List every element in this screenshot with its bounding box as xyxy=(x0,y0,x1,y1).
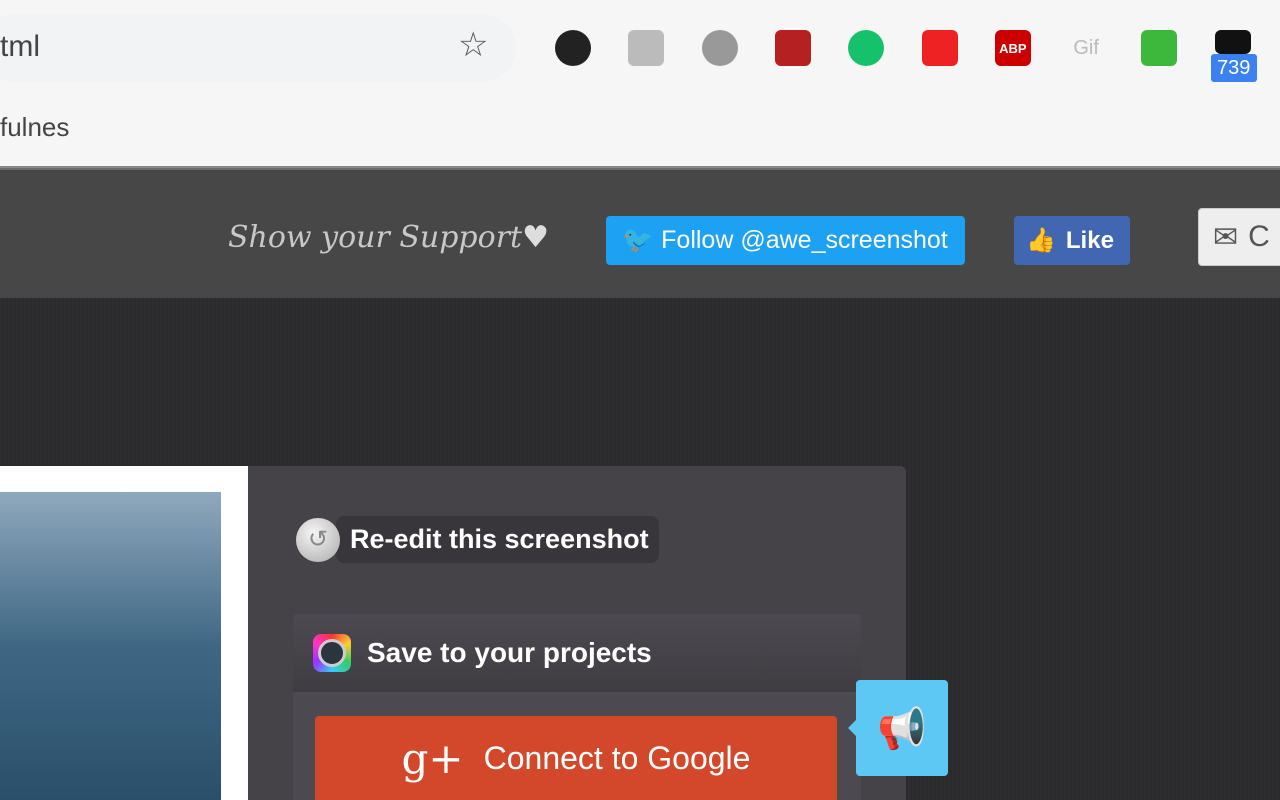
megaphone-icon: 📢 xyxy=(877,706,927,751)
twitter-follow-button[interactable]: 🐦 Follow @awe_screenshot xyxy=(606,216,965,265)
extension-badge: 739 xyxy=(1210,54,1257,82)
action-panel: ↺ Re-edit this screenshot Save to your p… xyxy=(248,466,906,800)
save-projects-header: Save to your projects xyxy=(293,614,861,692)
bookmark-item[interactable]: fulnes xyxy=(0,112,69,143)
awesome-screenshot-logo-icon xyxy=(313,634,351,672)
browser-toolbar: tml ☆ ABP Gif 739 xyxy=(0,0,1280,96)
fast-forward-icon[interactable] xyxy=(774,30,811,66)
gif-icon[interactable]: Gif xyxy=(1068,30,1104,66)
google-plus-icon: g+ xyxy=(401,733,464,783)
bookmarks-bar: fulnes xyxy=(0,96,1280,168)
megaphone-feedback-button[interactable]: 📢 xyxy=(848,680,948,776)
reedit-button[interactable]: ↺ Re-edit this screenshot xyxy=(296,516,659,563)
robot-icon[interactable] xyxy=(1141,30,1178,66)
notebook-icon[interactable] xyxy=(628,30,665,66)
twitter-bird-icon: 🐦 xyxy=(622,226,654,254)
save-projects-label: Save to your projects xyxy=(367,637,652,668)
reedit-label: Re-edit this screenshot xyxy=(336,516,659,563)
screenshot-preview-frame xyxy=(0,466,248,800)
adblock-plus-icon[interactable]: ABP xyxy=(994,30,1031,66)
address-text[interactable]: tml xyxy=(0,30,40,64)
bookmark-star-icon[interactable]: ☆ xyxy=(458,28,488,62)
camera-lens-icon[interactable] xyxy=(555,30,591,66)
email-label: C xyxy=(1248,220,1270,253)
facebook-like-button[interactable]: 👍 Like xyxy=(1014,216,1130,265)
grammarly-icon[interactable] xyxy=(848,30,885,66)
connect-google-button[interactable]: g+ Connect to Google xyxy=(315,716,837,800)
support-label: Show your Support xyxy=(228,220,523,255)
bear-icon[interactable]: 739 xyxy=(1210,30,1257,82)
support-text: Show your Support♥ xyxy=(228,220,549,255)
facebook-like-label: Like xyxy=(1065,226,1114,254)
screenshot-thumbnail[interactable] xyxy=(0,492,221,800)
email-button[interactable]: ✉ C xyxy=(1198,208,1280,266)
ghost-icon[interactable] xyxy=(701,30,738,66)
stop-hand-icon[interactable] xyxy=(921,30,958,66)
site-header: Show your Support♥ 🐦 Follow @awe_screensh… xyxy=(0,170,1280,298)
address-bar[interactable] xyxy=(0,14,516,82)
heart-icon: ♥ xyxy=(522,220,550,255)
twitter-follow-label: Follow @awe_screenshot xyxy=(661,226,948,254)
connect-google-label: Connect to Google xyxy=(483,739,751,776)
envelope-icon: ✉ xyxy=(1213,220,1239,254)
thumbs-up-icon: 👍 xyxy=(1026,227,1056,254)
undo-icon: ↺ xyxy=(296,517,340,562)
